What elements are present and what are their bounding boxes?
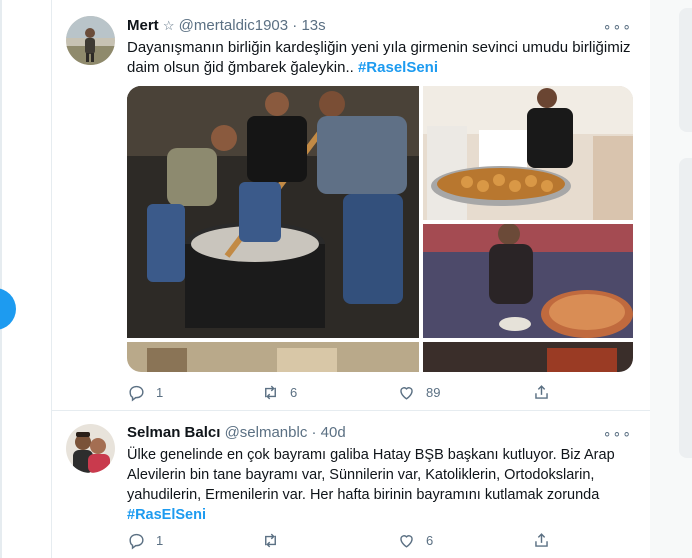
separator-dot: · <box>311 424 317 441</box>
retweet-count: 6 <box>290 385 298 400</box>
reply-icon <box>129 385 144 402</box>
retweet-icon <box>265 385 276 400</box>
reply-count: 1 <box>156 385 164 400</box>
sidebar-card <box>679 8 692 132</box>
hashtag-link[interactable]: #RasElSeni <box>127 507 206 523</box>
like-count: 89 <box>426 385 441 400</box>
share-icon <box>535 385 548 399</box>
tweet-text: Dayanışmanın birliğin kardeşliğin yeni y… <box>127 38 642 78</box>
hashtag-link[interactable]: #RaselSeni <box>358 59 438 76</box>
more-icon[interactable]: ∘∘∘ <box>603 425 632 442</box>
retweet-button[interactable]: 6 <box>261 383 297 402</box>
compose-tweet-button[interactable] <box>0 288 16 330</box>
tweet-header: Mert ☆ @mertaldic1903 · 13s <box>127 16 326 36</box>
share-button[interactable] <box>532 383 551 402</box>
reply-count: 1 <box>156 533 164 548</box>
like-icon <box>400 535 413 548</box>
sidebar-card <box>679 158 692 458</box>
timestamp[interactable]: 40d <box>321 424 346 441</box>
reply-button[interactable]: 1 <box>127 383 163 402</box>
retweet-icon <box>265 533 276 548</box>
share-icon <box>535 533 548 547</box>
like-button[interactable]: 6 <box>397 531 433 550</box>
like-button[interactable]: 89 <box>397 383 440 402</box>
tweet[interactable]: Mert ☆ @mertaldic1903 · 13s ∘∘∘ Dayanışm… <box>52 0 650 411</box>
tweet-body: Ülke genelinde en çok bayramı galiba Hat… <box>127 447 615 503</box>
tweet-header: Selman Balcı @selmanblc · 40d <box>127 423 346 443</box>
like-count: 6 <box>426 533 434 548</box>
star-badge-icon: ☆ <box>162 18 175 33</box>
photo-collage-icon <box>127 86 633 372</box>
share-button[interactable] <box>532 531 551 550</box>
reply-button[interactable]: 1 <box>127 531 163 550</box>
user-handle[interactable]: @mertaldic1903 <box>179 17 288 34</box>
more-icon[interactable]: ∘∘∘ <box>603 18 632 35</box>
like-icon <box>400 387 413 400</box>
tweet[interactable]: Selman Balcı @selmanblc · 40d ∘∘∘ Ülke g… <box>52 411 650 558</box>
display-name[interactable]: Mert <box>127 17 159 34</box>
timestamp[interactable]: 13s <box>301 17 325 34</box>
separator-dot: · <box>292 17 298 34</box>
left-edge <box>0 0 2 558</box>
tweet-photo-collage[interactable] <box>127 86 633 372</box>
tweet-text: Ülke genelinde en çok bayramı galiba Hat… <box>127 445 642 525</box>
tweet-actions: 1 6 <box>127 531 557 551</box>
timeline: Mert ☆ @mertaldic1903 · 13s ∘∘∘ Dayanışm… <box>51 0 651 558</box>
avatar[interactable] <box>66 424 115 473</box>
reply-icon <box>129 533 144 550</box>
user-handle[interactable]: @selmanblc <box>225 424 308 441</box>
tweet-actions: 1 6 89 <box>127 383 557 403</box>
display-name[interactable]: Selman Balcı <box>127 424 220 441</box>
avatar[interactable] <box>66 16 115 65</box>
retweet-button[interactable] <box>261 531 290 550</box>
